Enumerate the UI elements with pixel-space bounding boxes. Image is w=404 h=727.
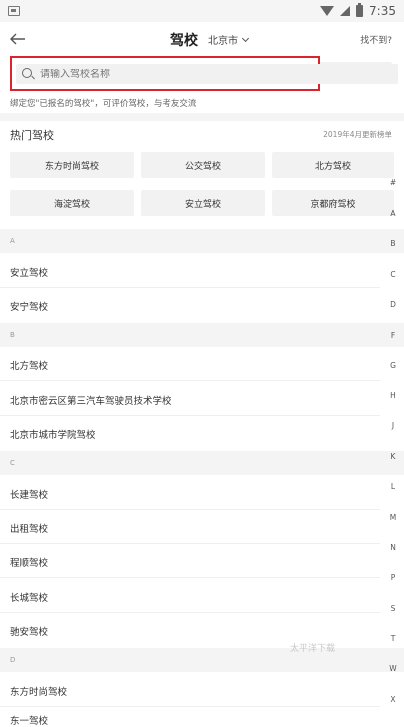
divider — [0, 380, 380, 381]
page-title: 驾校 — [170, 33, 198, 49]
list-item[interactable]: 出租驾校 — [10, 521, 48, 535]
list-item[interactable]: 长城驾校 — [10, 590, 48, 604]
divider — [0, 612, 380, 613]
divider — [0, 706, 380, 707]
watermark: 太平洋下载 — [290, 644, 336, 654]
index-letter[interactable]: D — [386, 300, 400, 309]
city-selector[interactable]: 北京市 — [208, 32, 250, 47]
list-item[interactable]: 长建驾校 — [10, 487, 48, 501]
search-input[interactable] — [40, 68, 320, 80]
list-item[interactable]: 东一驾校 — [10, 713, 48, 727]
index-letter[interactable]: K — [386, 452, 400, 461]
index-letter[interactable]: N — [386, 543, 400, 552]
divider — [0, 113, 404, 121]
section-header-b: B — [0, 323, 404, 347]
hot-school-chip[interactable]: 北方驾校 — [272, 152, 394, 178]
list-item[interactable]: 安立驾校 — [10, 265, 48, 279]
hot-school-chip[interactable]: 东方时尚驾校 — [10, 152, 134, 178]
list-item[interactable]: 北方驾校 — [10, 358, 48, 372]
index-letter[interactable]: C — [386, 270, 400, 279]
bind-hint: 绑定您"已报名的驾校"，可评价驾校，与考友交流 — [10, 99, 197, 109]
hot-schools-title: 热门驾校 — [10, 129, 54, 142]
hot-school-chip[interactable]: 海淀驾校 — [10, 190, 134, 216]
section-header-c: C — [0, 451, 404, 475]
divider — [0, 543, 380, 544]
index-letter[interactable]: J — [386, 421, 400, 430]
index-letter[interactable]: L — [386, 482, 400, 491]
hot-school-chip[interactable]: 公交驾校 — [141, 152, 265, 178]
list-item[interactable]: 程顺驾校 — [10, 555, 48, 569]
index-letter[interactable]: M — [386, 513, 400, 522]
list-item[interactable]: 北京市城市学院驾校 — [10, 427, 96, 441]
wifi-icon — [320, 6, 335, 16]
index-letter[interactable]: P — [386, 573, 400, 582]
back-arrow-icon[interactable] — [8, 29, 28, 49]
status-time: 7:35 — [369, 4, 396, 18]
index-letter[interactable]: H — [386, 391, 400, 400]
app-header: 驾校 北京市 找不到? — [0, 22, 404, 56]
notification-icon — [8, 6, 20, 16]
search-box[interactable] — [16, 64, 398, 84]
not-found-link[interactable]: 找不到? — [360, 33, 392, 46]
index-letter[interactable]: F — [386, 331, 400, 340]
search-icon — [22, 68, 32, 78]
hot-school-chip[interactable]: 京都府驾校 — [272, 190, 394, 216]
status-bar: 7:35 — [0, 0, 404, 22]
chevron-down-icon — [241, 34, 250, 42]
battery-icon — [356, 3, 364, 17]
list-item[interactable]: 安宁驾校 — [10, 299, 48, 313]
index-letter[interactable]: B — [386, 239, 400, 248]
index-letter[interactable]: A — [386, 209, 400, 218]
index-letter[interactable]: X — [386, 695, 400, 704]
index-letter[interactable]: W — [386, 664, 400, 673]
index-letter[interactable]: # — [386, 178, 400, 187]
signal-icon — [340, 6, 351, 16]
divider — [0, 509, 380, 510]
search-highlight — [10, 56, 398, 91]
section-header-a: A — [0, 229, 404, 253]
list-item[interactable]: 东方时尚驾校 — [10, 684, 67, 698]
divider — [0, 287, 380, 288]
index-letter[interactable]: S — [386, 604, 400, 613]
index-letter[interactable]: T — [386, 634, 400, 643]
divider — [0, 577, 380, 578]
city-label: 北京市 — [208, 36, 238, 47]
list-item[interactable]: 驰安驾校 — [10, 624, 48, 638]
hot-school-chip[interactable]: 安立驾校 — [141, 190, 265, 216]
index-letter[interactable]: G — [386, 361, 400, 370]
list-item[interactable]: 北京市密云区第三汽车驾驶员技术学校 — [10, 393, 172, 407]
update-note: 2019年4月更新榜单 — [323, 130, 392, 139]
section-header-d: D — [0, 648, 404, 672]
divider — [0, 415, 380, 416]
